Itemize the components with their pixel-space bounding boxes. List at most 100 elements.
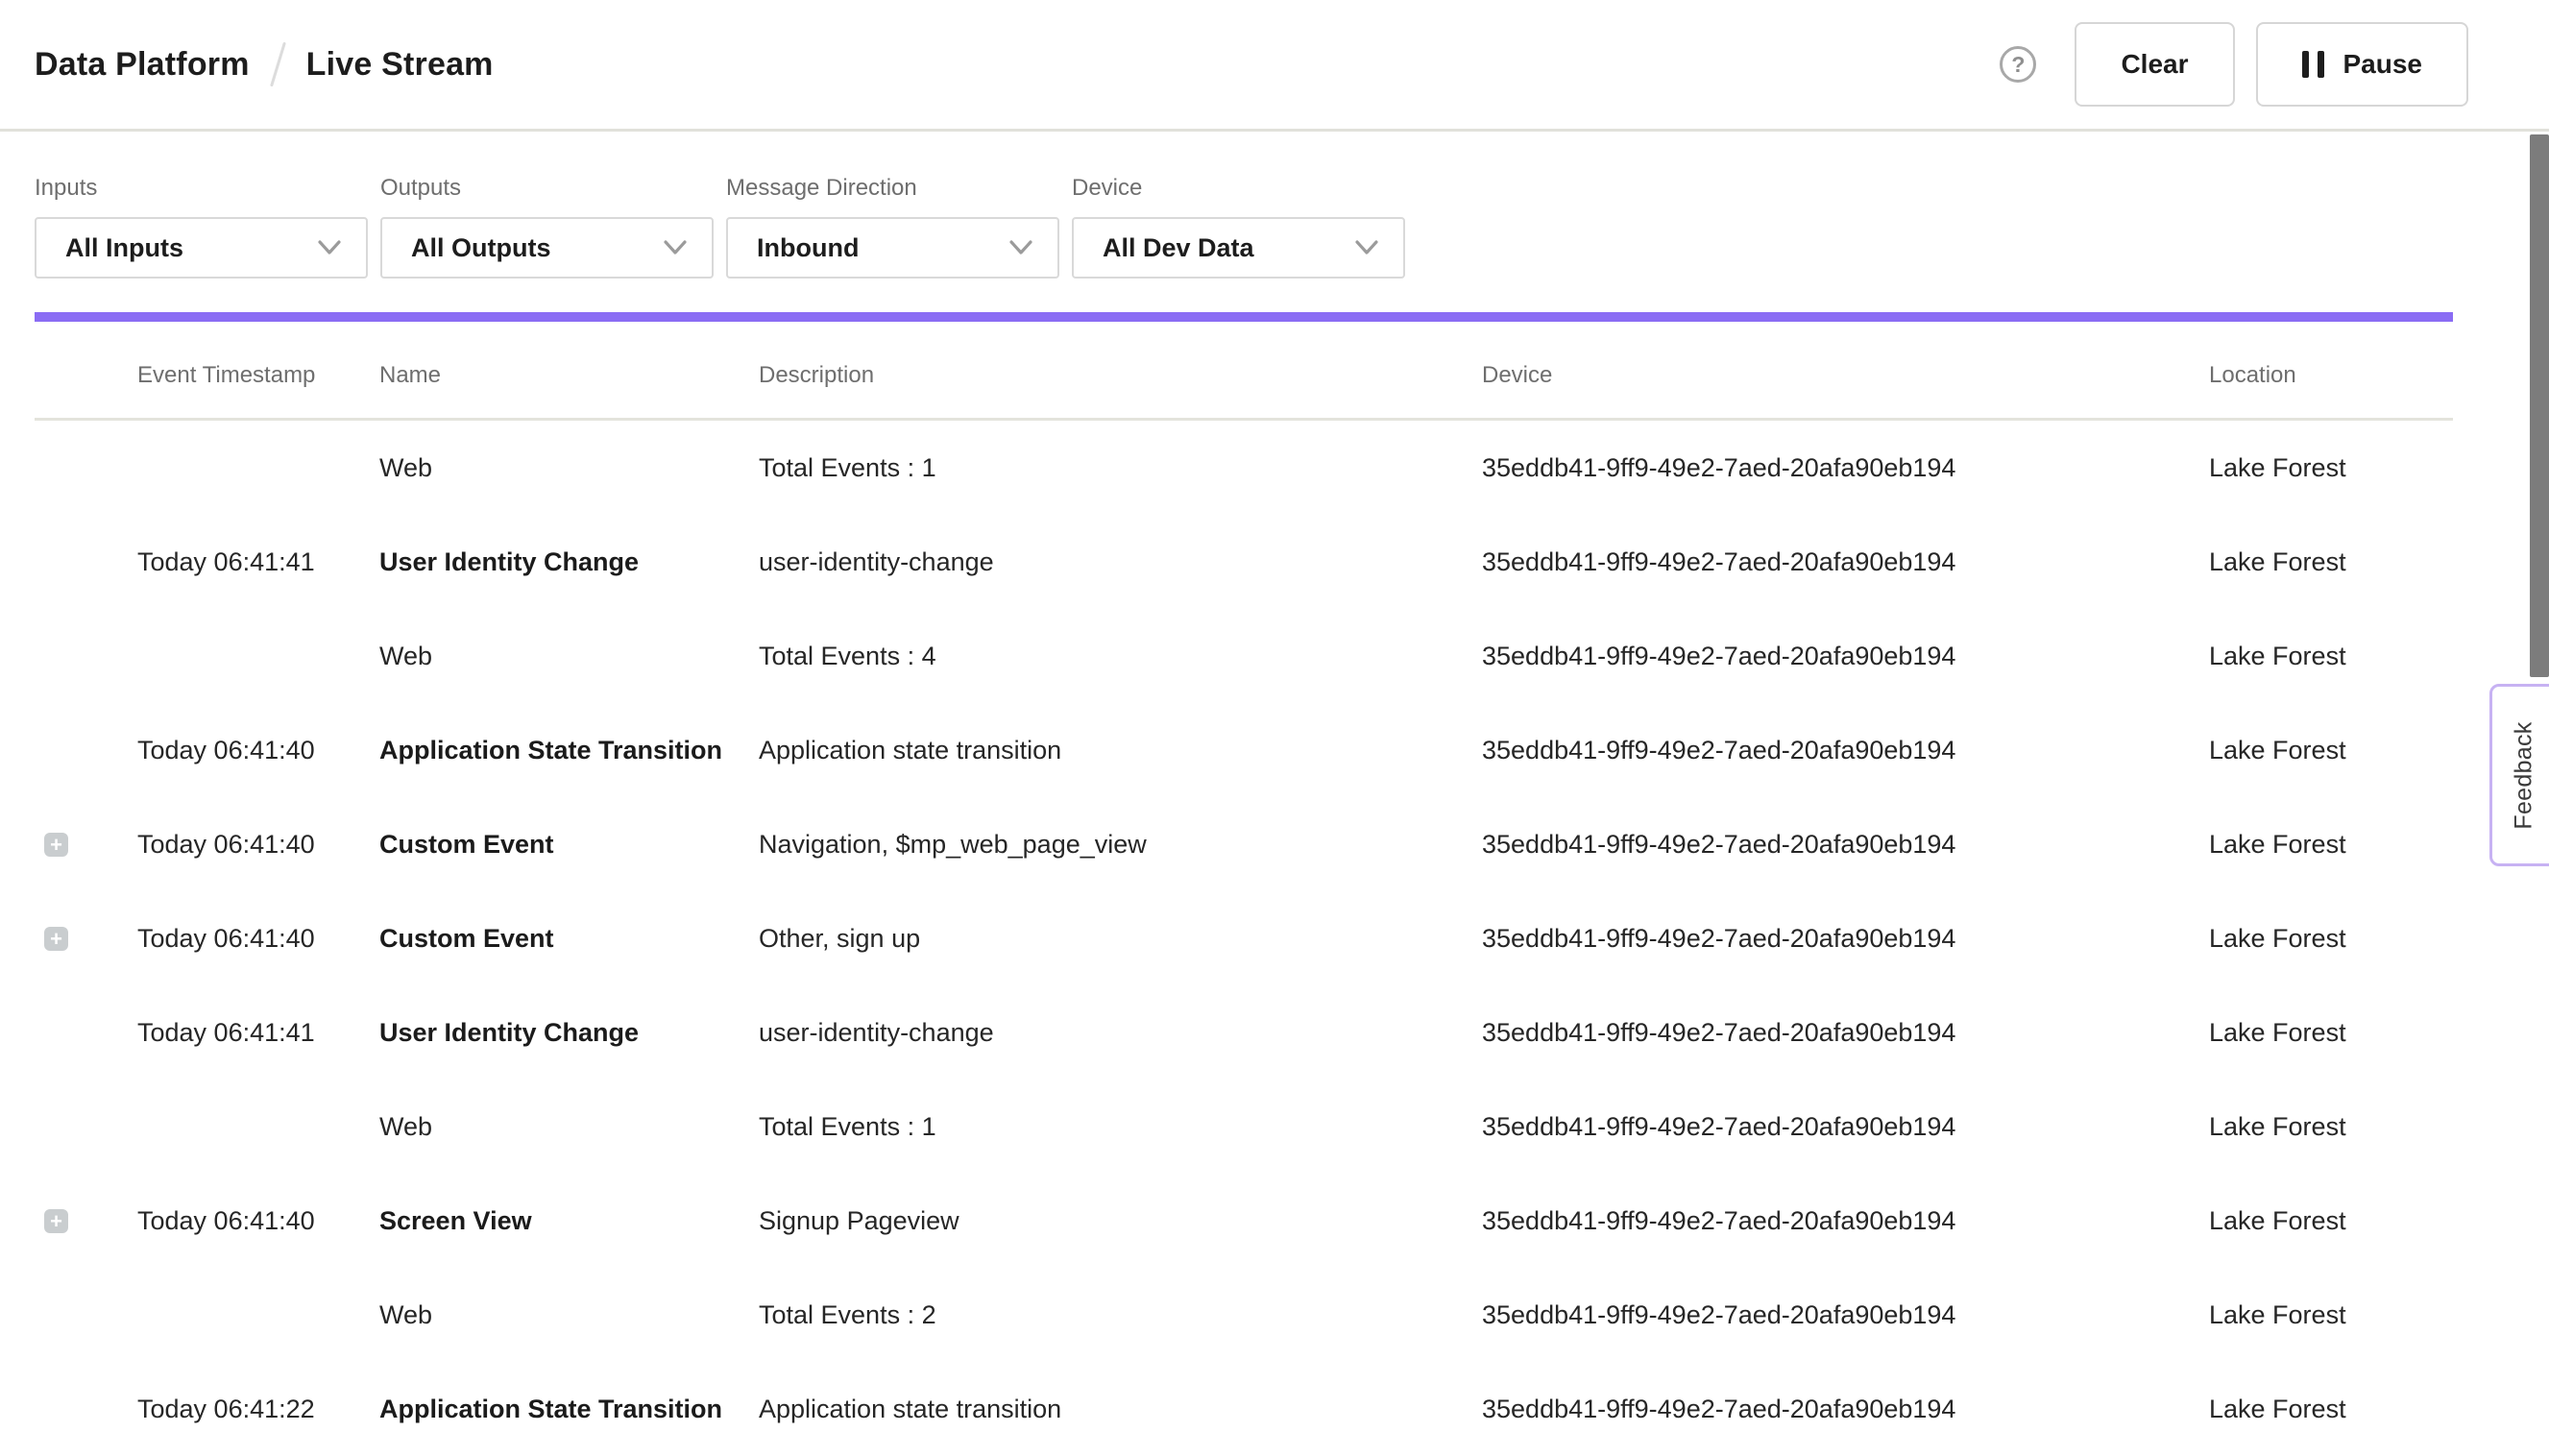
- location-cell: Lake Forest: [2209, 547, 2453, 577]
- chevron-down-icon: [664, 240, 687, 255]
- device-cell: 35eddb41-9ff9-49e2-7aed-20afa90eb194: [1482, 1300, 2209, 1330]
- filter-dropdown[interactable]: All Outputs: [380, 217, 714, 279]
- device-cell: 35eddb41-9ff9-49e2-7aed-20afa90eb194: [1482, 1018, 2209, 1048]
- filter-dropdown[interactable]: Inbound: [726, 217, 1059, 279]
- event-timestamp-cell: Today 06:41:40: [137, 1206, 379, 1236]
- location-cell: Lake Forest: [2209, 924, 2453, 954]
- device-cell: 35eddb41-9ff9-49e2-7aed-20afa90eb194: [1482, 642, 2209, 671]
- table-row[interactable]: + Today 06:41:41 User Identity Change us…: [35, 985, 2453, 1080]
- expand-plus-icon[interactable]: +: [44, 1209, 68, 1233]
- filter-dropdown[interactable]: All Inputs: [35, 217, 368, 279]
- location-cell: Lake Forest: [2209, 1206, 2453, 1236]
- breadcrumb-item-data-platform[interactable]: Data Platform: [35, 46, 250, 84]
- table-row[interactable]: + Today 06:41:40 Application State Trans…: [35, 703, 2453, 797]
- device-cell: 35eddb41-9ff9-49e2-7aed-20afa90eb194: [1482, 1395, 2209, 1424]
- table-row[interactable]: + Today 06:41:40 Custom Event Navigation…: [35, 797, 2453, 891]
- location-cell: Lake Forest: [2209, 1112, 2453, 1142]
- device-cell: 35eddb41-9ff9-49e2-7aed-20afa90eb194: [1482, 924, 2209, 954]
- filter-selected-value: All Outputs: [411, 233, 550, 263]
- expander-cell: +: [35, 1209, 137, 1233]
- event-name-cell: Custom Event: [379, 924, 759, 954]
- filter-label: Message Direction: [726, 175, 1059, 202]
- description-cell: Total Events : 1: [759, 1112, 1482, 1142]
- table-header-row: Event TimestampNameDescriptionDeviceLoca…: [35, 322, 2453, 421]
- help-icon[interactable]: ?: [2000, 46, 2036, 83]
- filter-group: Message Direction Inbound: [726, 175, 1059, 279]
- chevron-down-icon: [318, 240, 341, 255]
- event-name-cell: Web: [379, 1112, 759, 1142]
- description-cell: user-identity-change: [759, 1018, 1482, 1048]
- feedback-tab-label: Feedback: [2511, 721, 2538, 829]
- top-bar: Data Platform Live Stream ? Clear Pause: [0, 0, 2549, 132]
- expander-cell: +: [35, 927, 137, 951]
- pause-icon: [2302, 51, 2324, 78]
- location-cell: Lake Forest: [2209, 1300, 2453, 1330]
- location-cell: Lake Forest: [2209, 1018, 2453, 1048]
- device-cell: 35eddb41-9ff9-49e2-7aed-20afa90eb194: [1482, 1206, 2209, 1236]
- event-timestamp-cell: Today 06:41:41: [137, 1018, 379, 1048]
- filter-selected-value: All Inputs: [65, 233, 183, 263]
- column-header: Location: [2209, 362, 2453, 389]
- device-cell: 35eddb41-9ff9-49e2-7aed-20afa90eb194: [1482, 547, 2209, 577]
- chevron-down-icon: [1009, 240, 1032, 255]
- filter-dropdown[interactable]: All Dev Data: [1072, 217, 1405, 279]
- column-header: Name: [379, 362, 759, 389]
- location-cell: Lake Forest: [2209, 1395, 2453, 1424]
- event-name-cell: User Identity Change: [379, 547, 759, 577]
- filters-row: Inputs All Inputs Outputs All Outputs Me…: [0, 132, 2549, 279]
- event-timestamp-cell: Today 06:41:40: [137, 924, 379, 954]
- description-cell: Application state transition: [759, 736, 1482, 765]
- pause-button[interactable]: Pause: [2256, 22, 2469, 107]
- breadcrumb-separator-icon: [270, 42, 286, 87]
- event-name-cell: Application State Transition: [379, 1395, 759, 1424]
- event-name-cell: Screen View: [379, 1206, 759, 1236]
- pause-button-label: Pause: [2343, 49, 2423, 80]
- description-cell: Total Events : 2: [759, 1300, 1482, 1330]
- filter-group: Outputs All Outputs: [380, 175, 714, 279]
- expand-plus-icon[interactable]: +: [44, 833, 68, 857]
- filter-group: Inputs All Inputs: [35, 175, 368, 279]
- device-cell: 35eddb41-9ff9-49e2-7aed-20afa90eb194: [1482, 830, 2209, 860]
- column-header: Description: [759, 362, 1482, 389]
- filter-label: Device: [1072, 175, 1405, 202]
- location-cell: Lake Forest: [2209, 453, 2453, 483]
- device-cell: 35eddb41-9ff9-49e2-7aed-20afa90eb194: [1482, 736, 2209, 765]
- expand-plus-icon[interactable]: +: [44, 927, 68, 951]
- chevron-down-icon: [1355, 240, 1378, 255]
- location-cell: Lake Forest: [2209, 642, 2453, 671]
- breadcrumb: Data Platform Live Stream: [35, 41, 494, 87]
- table-row[interactable]: + Today 06:41:41 User Identity Change us…: [35, 515, 2453, 609]
- table-body: + Web Total Events : 1 35eddb41-9ff9-49e…: [35, 421, 2453, 1456]
- vertical-scrollbar-thumb[interactable]: [2530, 134, 2549, 677]
- location-cell: Lake Forest: [2209, 736, 2453, 765]
- filter-label: Inputs: [35, 175, 368, 202]
- live-stream-table: Event TimestampNameDescriptionDeviceLoca…: [35, 322, 2453, 1456]
- event-timestamp-cell: Today 06:41:22: [137, 1395, 379, 1424]
- filter-selected-value: Inbound: [757, 233, 859, 263]
- event-name-cell: Web: [379, 1300, 759, 1330]
- description-cell: user-identity-change: [759, 547, 1482, 577]
- column-header: Device: [1482, 362, 2209, 389]
- description-cell: Application state transition: [759, 1395, 1482, 1424]
- filter-label: Outputs: [380, 175, 714, 202]
- event-name-cell: User Identity Change: [379, 1018, 759, 1048]
- table-row[interactable]: + Today 06:41:22 Application State Trans…: [35, 1362, 2453, 1456]
- clear-button[interactable]: Clear: [2075, 22, 2234, 107]
- event-name-cell: Application State Transition: [379, 736, 759, 765]
- table-row[interactable]: + Web Total Events : 1 35eddb41-9ff9-49e…: [35, 421, 2453, 515]
- table-row[interactable]: + Today 06:41:40 Custom Event Other, sig…: [35, 891, 2453, 985]
- filter-selected-value: All Dev Data: [1103, 233, 1254, 263]
- event-name-cell: Web: [379, 453, 759, 483]
- description-cell: Other, sign up: [759, 924, 1482, 954]
- event-name-cell: Custom Event: [379, 830, 759, 860]
- event-timestamp-cell: Today 06:41:40: [137, 736, 379, 765]
- table-row[interactable]: + Web Total Events : 4 35eddb41-9ff9-49e…: [35, 609, 2453, 703]
- event-timestamp-cell: Today 06:41:40: [137, 830, 379, 860]
- table-row[interactable]: + Web Total Events : 1 35eddb41-9ff9-49e…: [35, 1080, 2453, 1174]
- table-row[interactable]: + Today 06:41:40 Screen View Signup Page…: [35, 1174, 2453, 1268]
- feedback-tab[interactable]: Feedback: [2489, 684, 2549, 866]
- table-row[interactable]: + Web Total Events : 2 35eddb41-9ff9-49e…: [35, 1268, 2453, 1362]
- device-cell: 35eddb41-9ff9-49e2-7aed-20afa90eb194: [1482, 453, 2209, 483]
- event-name-cell: Web: [379, 642, 759, 671]
- expander-cell: +: [35, 833, 137, 857]
